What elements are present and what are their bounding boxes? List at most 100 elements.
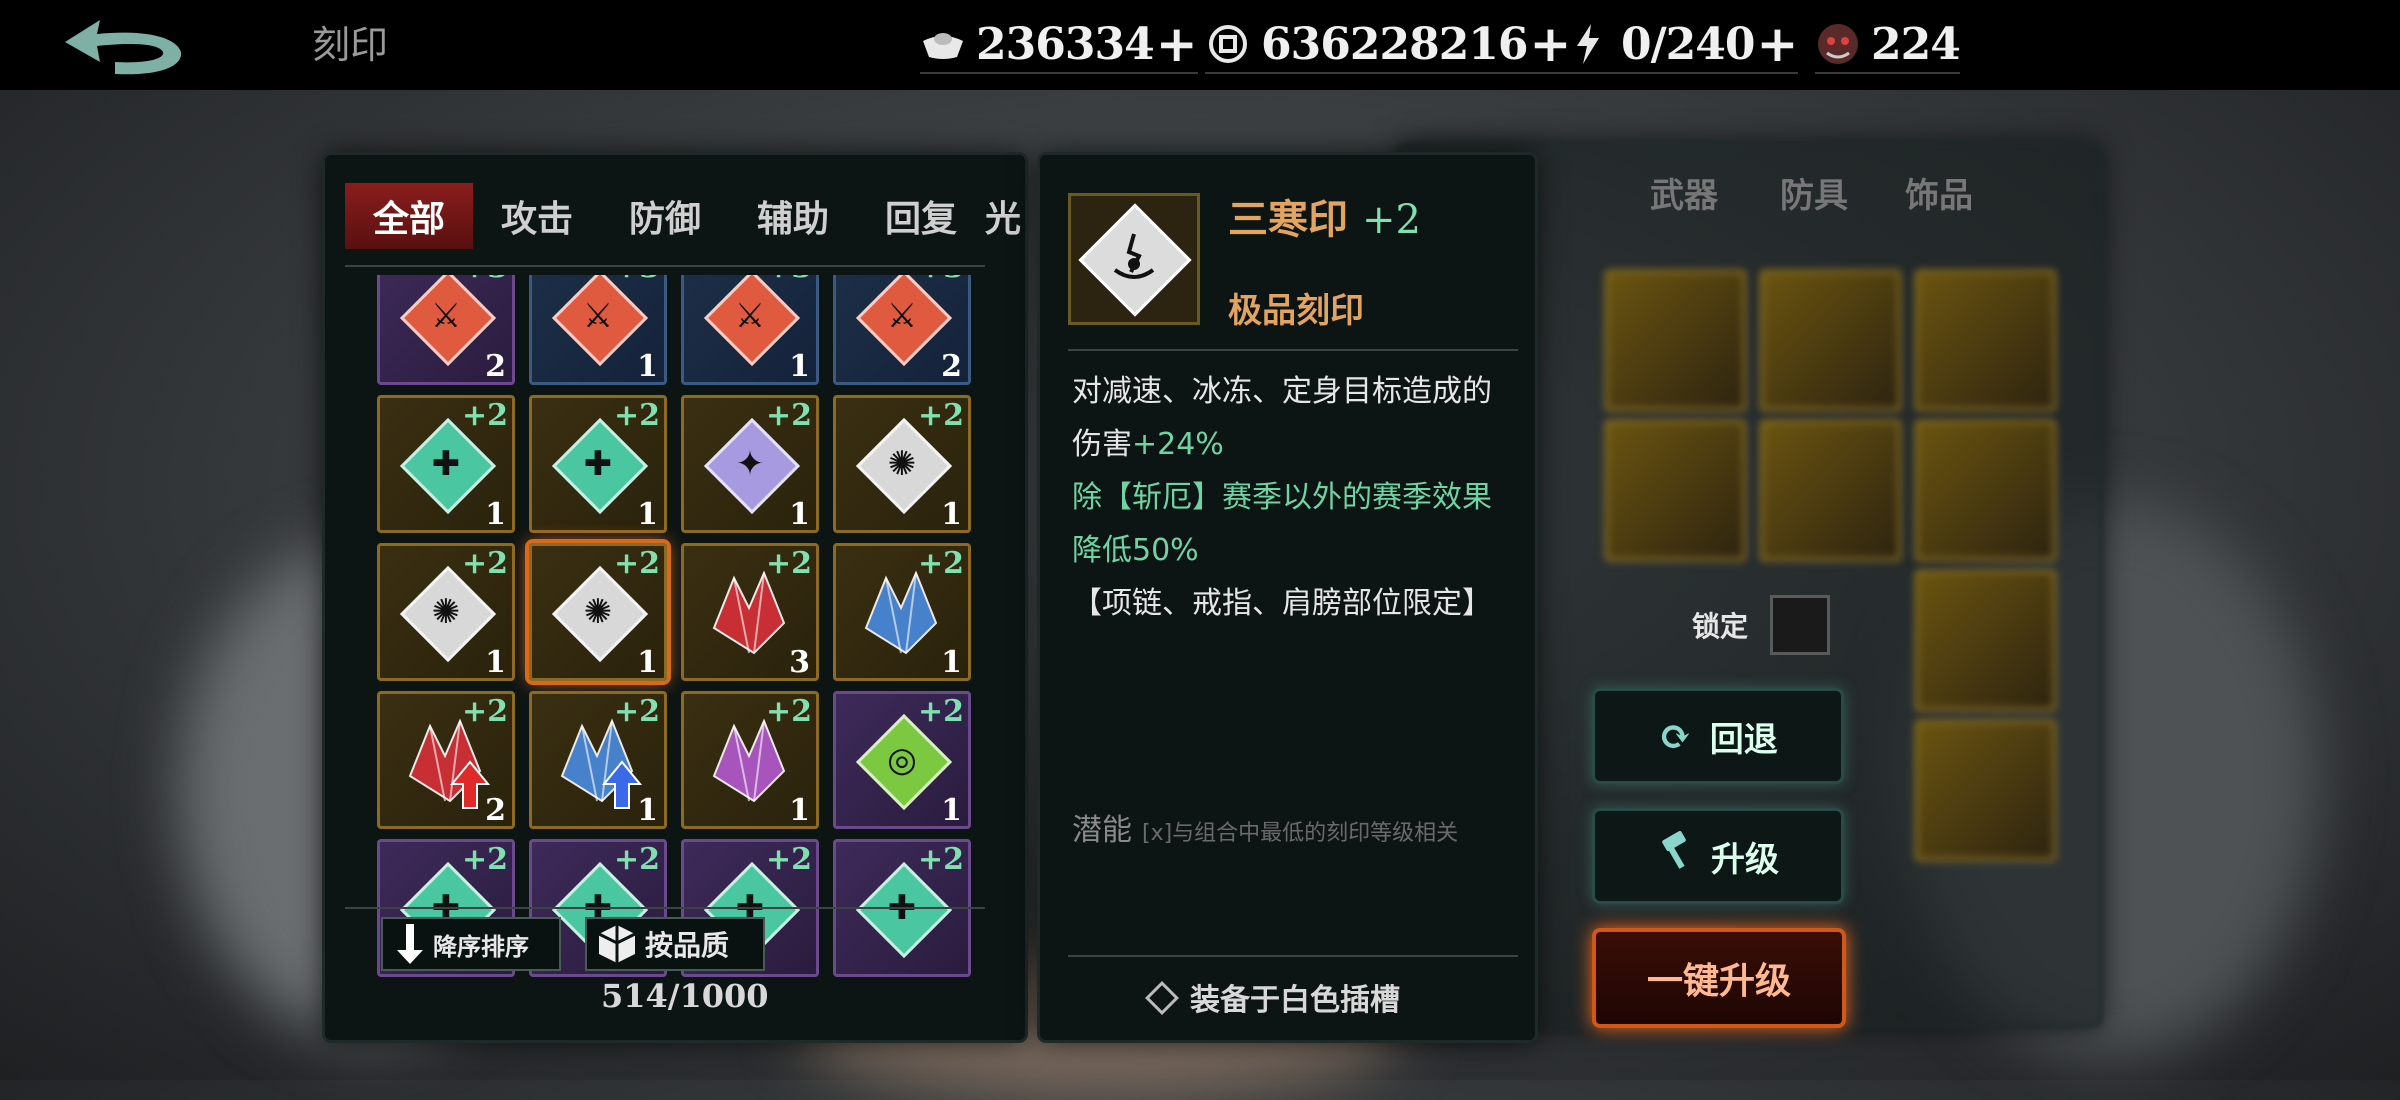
divider — [1068, 955, 1518, 957]
slot-level: +2 — [917, 694, 964, 729]
divider — [1068, 349, 1518, 351]
slot-level: +2 — [461, 398, 508, 433]
inscription-glyph-icon: ✚ — [583, 444, 613, 484]
slot-level: +3 — [614, 275, 660, 285]
revert-button[interactable]: ⟳ 回退 — [1592, 688, 1844, 784]
upgrade-label: 升级 — [1711, 839, 1779, 880]
top-bar: 刻印 236334 + 636228216 + 0/240 + 224 — [0, 0, 2400, 90]
upgrade-all-button[interactable]: 一键升级 — [1592, 928, 1846, 1028]
inscription-inventory-panel: 全部 攻击 防御 辅助 回复 光 ⚔+32⚔+31⚔+31⚔+32✚+21✚+2… — [325, 155, 1025, 1040]
upgrade-button[interactable]: 升级 — [1592, 808, 1844, 904]
back-arrow-icon[interactable] — [55, 12, 195, 82]
inscription-slot[interactable]: ⚔ +3 1 — [529, 275, 667, 385]
currency-coin[interactable]: 636228216 + — [1205, 16, 1572, 74]
lightning-icon — [1565, 21, 1611, 67]
inscription-slot[interactable]: +2 1 — [681, 691, 819, 829]
detail-inscription-icon — [1068, 193, 1200, 325]
sort-quality-label: 按品质 — [645, 929, 730, 962]
upgrade-arrow-icon — [602, 760, 642, 809]
inscription-slot[interactable]: +2 2 — [377, 691, 515, 829]
sort-quality-button[interactable]: 按品质 — [585, 917, 765, 971]
tab-more[interactable]: 光 — [985, 183, 1025, 249]
diamond-outline-icon — [1145, 981, 1179, 1015]
blurred-equipment-slot — [1605, 420, 1746, 561]
inscription-slot[interactable]: ✚ +2 1 — [529, 395, 667, 533]
inscription-slot[interactable]: ◎ +2 1 — [833, 691, 971, 829]
blurred-tab: 防具 — [1780, 176, 1848, 216]
currency-mask[interactable]: 224 — [1815, 16, 1961, 74]
mask-amount: 224 — [1871, 18, 1961, 70]
inscription-glyph-icon: ✦ — [735, 444, 765, 484]
currency-silver[interactable]: 236334 + — [920, 16, 1198, 74]
blurred-equipment-slot — [1915, 270, 2056, 411]
slot-level: +2 — [917, 842, 964, 877]
inscription-glyph-icon: ✺ — [583, 592, 613, 632]
slot-level: +2 — [613, 694, 660, 729]
blurred-equipment-slot — [1915, 720, 2056, 861]
tab-defense[interactable]: 防御 — [601, 183, 729, 249]
tab-all[interactable]: 全部 — [345, 183, 473, 249]
desc-line-3: 【项链、戒指、肩膀部位限定】 — [1072, 586, 1492, 621]
blurred-equipment-slot — [1760, 270, 1901, 411]
slot-count: 3 — [789, 645, 810, 680]
slot-level: +2 — [765, 398, 812, 433]
inscription-description: 对减速、冰冻、定身目标造成的伤害+24% 除【斩厄】赛季以外的赛季效果降低50%… — [1072, 365, 1512, 630]
slot-level: +2 — [613, 842, 660, 877]
inscription-name: 三寒印 +2 — [1228, 187, 1421, 245]
lock-checkbox[interactable] — [1770, 595, 1831, 655]
equip-slot-text: 装备于白色插槽 — [1190, 983, 1400, 1018]
inscription-slot[interactable]: ✚ +2 1 — [377, 395, 515, 533]
slot-level: +2 — [765, 842, 812, 877]
inscription-glyph-icon: ◎ — [887, 740, 917, 780]
slot-level: +2 — [917, 546, 964, 581]
currency-energy[interactable]: 0/240 + — [1565, 16, 1799, 74]
tab-recovery[interactable]: 回复 — [857, 183, 985, 249]
potential-label: 潜能 — [1072, 813, 1132, 848]
inscription-slot[interactable]: ⚔ +3 1 — [681, 275, 819, 385]
inscription-slot[interactable]: +2 1 — [529, 691, 667, 829]
slot-level: +3 — [918, 275, 964, 285]
blurred-tab: 饰品 — [1905, 176, 1973, 216]
lock-toggle[interactable]: 锁定 — [1692, 595, 1831, 655]
inscription-glyph-icon: ⚔ — [582, 296, 614, 336]
energy-amount: 0/240 — [1621, 18, 1756, 70]
inscription-glyph-icon: ✚ — [431, 444, 461, 484]
slot-count: 1 — [941, 497, 962, 532]
tab-support[interactable]: 辅助 — [729, 183, 857, 249]
divider — [345, 907, 985, 909]
inscription-glyph-icon: ⚔ — [430, 296, 462, 336]
inscription-glyph-icon: ✺ — [431, 592, 461, 632]
inscription-slot[interactable]: ⚔ +3 2 — [377, 275, 515, 385]
silver-amount: 236334 — [976, 18, 1155, 70]
blurred-equipment-slot — [1915, 570, 2056, 711]
potential-section: 潜能 [x]与组合中最低的刻印等级相关 — [1072, 805, 1458, 849]
slot-level: +2 — [765, 546, 812, 581]
inscription-slot[interactable]: +2 1 — [833, 543, 971, 681]
tab-attack[interactable]: 攻击 — [473, 183, 601, 249]
slot-count: 1 — [485, 645, 506, 680]
inscription-slot[interactable]: ✦ +2 1 — [681, 395, 819, 533]
add-silver-button[interactable]: + — [1156, 19, 1198, 69]
slot-level: +2 — [613, 398, 660, 433]
coin-amount: 636228216 — [1261, 18, 1529, 70]
sort-order-button[interactable]: 降序排序 — [381, 917, 561, 971]
potential-note: [x]与组合中最低的刻印等级相关 — [1142, 821, 1459, 846]
blurred-tab: 武器 — [1650, 176, 1718, 216]
upgrade-arrow-icon — [450, 760, 490, 809]
add-energy-button[interactable]: + — [1757, 19, 1799, 69]
inscription-slot[interactable]: ✺ +2 1 — [833, 395, 971, 533]
inscription-slot[interactable]: +2 3 — [681, 543, 819, 681]
inscription-slot[interactable]: ✺ +2 1 — [377, 543, 515, 681]
slot-count: 2 — [485, 793, 506, 828]
sort-order-label: 降序排序 — [433, 931, 529, 961]
inscription-slot[interactable]: ⚔ +3 2 — [833, 275, 971, 385]
slot-level: +2 — [917, 398, 964, 433]
inscription-grade: 极品刻印 — [1228, 291, 1364, 331]
blurred-equipment-slot — [1915, 420, 2056, 561]
inscription-slot[interactable]: ✺ +2 1 — [529, 543, 667, 681]
inscription-glyph-icon: ✺ — [887, 444, 917, 484]
slot-level: +2 — [765, 694, 812, 729]
equip-slot-info: 装备于白色插槽 — [1145, 975, 1400, 1019]
inscription-name-text: 三寒印 — [1228, 196, 1348, 243]
slot-count: 1 — [637, 793, 658, 828]
